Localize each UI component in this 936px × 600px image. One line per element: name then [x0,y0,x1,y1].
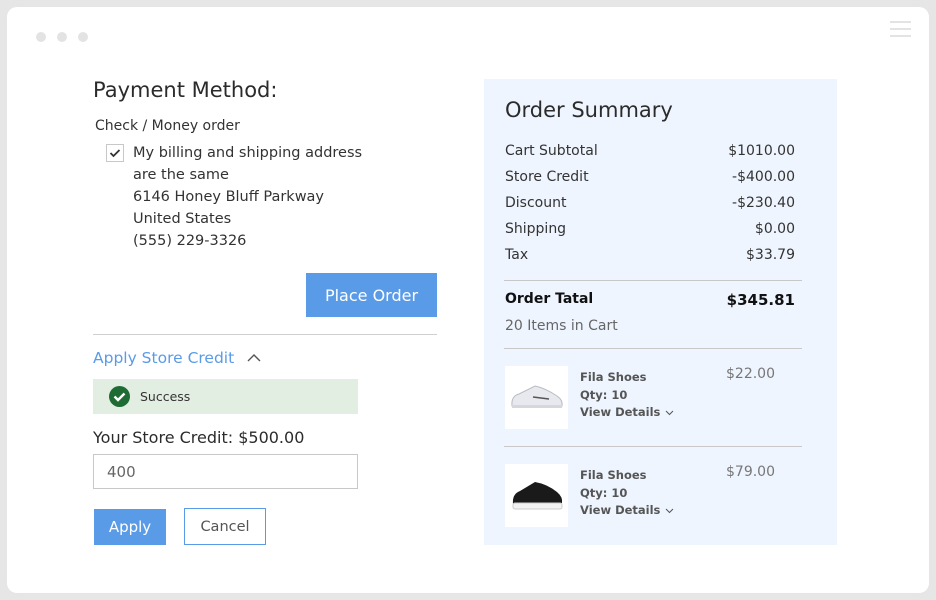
item-price: $79.00 [726,464,775,480]
summary-row-store-credit: Store Credit -$400.00 [505,169,795,185]
divider [504,280,802,281]
window-dot-icon [57,32,67,42]
cart-item: Fila Shoes Qty: 10 View Details $79.00 [505,464,795,528]
place-order-button[interactable]: Place Order [306,273,437,317]
order-summary-title: Order Summary [505,98,673,122]
view-details-label: View Details [580,405,661,419]
items-count: 20 Items in Cart [505,318,618,334]
total-label: Order Tatal [505,291,594,307]
product-image [505,464,568,527]
row-label: Discount [505,195,567,211]
store-credit-amount-input[interactable] [93,454,358,489]
window-dot-icon [36,32,46,42]
row-value: -$230.40 [732,195,795,211]
view-details-toggle[interactable]: View Details [580,404,674,421]
product-image [505,366,568,429]
row-label: Cart Subtotal [505,143,598,159]
address-line: 6146 Honey Bluff Parkway [133,189,325,205]
chevron-down-icon [666,508,674,513]
row-value: -$400.00 [732,169,795,185]
apply-store-credit-toggle[interactable]: Apply Store Credit [93,349,262,367]
cancel-button[interactable]: Cancel [184,508,266,545]
item-qty: Qty: 10 [580,388,628,402]
payment-method-label: Check / Money order [95,118,240,134]
same-address-checkbox[interactable] [106,144,124,162]
window-dot-icon [78,32,88,42]
summary-row-discount: Discount -$230.40 [505,195,795,211]
view-details-toggle[interactable]: View Details [580,502,674,519]
address-line: are the same [133,167,229,183]
item-name: Fila Shoes [580,370,647,384]
item-name: Fila Shoes [580,468,647,482]
summary-row-subtotal: Cart Subtotal $1010.00 [505,143,795,159]
row-label: Store Credit [505,169,589,185]
view-details-label: View Details [580,503,661,517]
item-qty: Qty: 10 [580,486,628,500]
success-message: Success [93,379,358,414]
summary-row-tax: Tax $33.79 [505,247,795,263]
apply-store-credit-label: Apply Store Credit [93,349,235,367]
success-check-icon [109,386,130,407]
row-value: $0.00 [754,221,795,237]
success-text: Success [140,389,191,404]
divider [93,334,437,335]
address-block: My billing and shipping address are the … [133,142,362,252]
hamburger-menu-icon[interactable] [890,21,911,42]
row-label: Shipping [505,221,567,237]
divider [504,348,802,349]
divider [504,446,802,447]
chevron-down-icon [666,410,674,415]
row-value: $33.79 [746,247,795,263]
store-credit-balance: Your Store Credit: $500.00 [93,428,305,447]
chevron-up-icon [247,354,261,362]
total-value: $345.81 [726,291,795,309]
order-summary-panel: Order Summary Cart Subtotal $1010.00 Stor… [484,79,837,545]
address-line: United States [133,211,232,227]
cart-item: Fila Shoes Qty: 10 View Details $22.00 [505,366,795,430]
check-icon [109,149,121,158]
apply-button[interactable]: Apply [94,509,166,545]
address-line: My billing and shipping address [133,145,363,161]
item-price: $22.00 [726,366,775,382]
summary-row-shipping: Shipping $0.00 [505,221,795,237]
row-value: $1010.00 [728,143,795,159]
order-total-row: Order Tatal $345.81 [505,291,795,309]
row-label: Tax [505,247,529,263]
payment-title: Payment Method: [93,78,278,102]
address-line: (555) 229-3326 [133,233,247,249]
